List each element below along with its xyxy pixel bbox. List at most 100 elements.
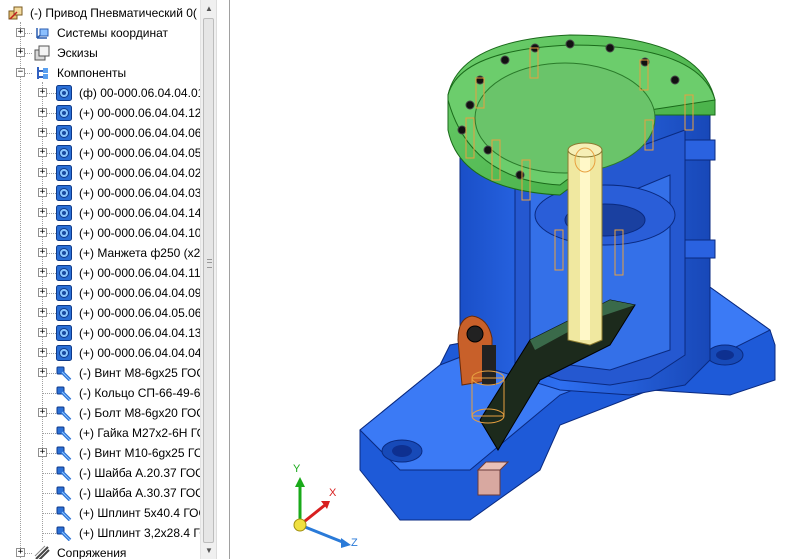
tree-item-component[interactable]: + (+) 00-000.06.04.04.02 ⁻ bbox=[0, 163, 200, 183]
tree-item-component[interactable]: + (+) 00-000.06.04.05.06 | bbox=[0, 303, 200, 323]
tree-item-component[interactable]: + (+) 00-000.06.04.04.13 ( bbox=[0, 323, 200, 343]
panel-splitter[interactable] bbox=[216, 0, 230, 559]
tree-item-label: (+) 00-000.06.04.04.05 | bbox=[79, 146, 200, 160]
expand-toggle[interactable]: + bbox=[16, 28, 25, 37]
fastener-icon bbox=[56, 525, 72, 542]
part-icon bbox=[56, 305, 72, 321]
fastener-icon bbox=[56, 465, 72, 482]
collapse-toggle[interactable]: − bbox=[16, 68, 25, 77]
expand-toggle[interactable]: + bbox=[16, 548, 25, 557]
part-icon bbox=[56, 205, 72, 221]
tree-item-label: (-) Винт М8-6gx25 ГОС bbox=[79, 366, 200, 380]
tree-item-label: (-) Винт М10-6gx25 ГС bbox=[79, 446, 200, 460]
part-icon bbox=[56, 265, 72, 281]
expand-toggle[interactable]: + bbox=[38, 248, 47, 257]
tree-item-fastener[interactable]: (+) Шплинт 5x40.4 ГОСТ bbox=[0, 503, 200, 523]
fastener-icon bbox=[56, 445, 72, 462]
part-icon bbox=[56, 125, 72, 141]
assembly-icon bbox=[8, 5, 24, 21]
tree-item-coordinate-systems[interactable]: + Системы координат bbox=[0, 23, 200, 43]
tree-item-component[interactable]: + (+) 00-000.06.04.04.12 | bbox=[0, 103, 200, 123]
scroll-thumb[interactable] bbox=[203, 18, 214, 543]
tree-item-fastener[interactable]: (-) Шайба А.20.37 ГОС bbox=[0, 463, 200, 483]
expand-toggle[interactable]: + bbox=[16, 48, 25, 57]
tree-item-component[interactable]: + (ф) 00-000.06.04.04.01 bbox=[0, 83, 200, 103]
fastener-icon bbox=[56, 505, 72, 522]
fastener-icon bbox=[56, 405, 72, 422]
fastener-icon bbox=[56, 385, 72, 402]
tree-item-label: (+) 00-000.06.04.04.02 ⁻ bbox=[79, 166, 200, 180]
part-icon bbox=[56, 325, 72, 341]
tree-item-fastener[interactable]: (-) Шайба А.30.37 ГОС bbox=[0, 483, 200, 503]
tree-item-fastener[interactable]: (+) Гайка М27x2-6Н ГО bbox=[0, 423, 200, 443]
tree-item-label: Системы координат bbox=[57, 26, 168, 40]
tree-item-component[interactable]: + (+) 00-000.06.04.04.04 | bbox=[0, 343, 200, 363]
expand-toggle[interactable]: + bbox=[38, 108, 47, 117]
tree-scrollbar[interactable]: ▲ ▼ bbox=[200, 0, 216, 559]
expand-toggle[interactable]: + bbox=[38, 448, 47, 457]
tree-item-label: (-) Шайба А.20.37 ГОС bbox=[79, 466, 200, 480]
tree-item-component[interactable]: + (+) Манжета ф250 (x2) bbox=[0, 243, 200, 263]
tree-item-label: (ф) 00-000.06.04.04.01 bbox=[79, 86, 200, 100]
tree-item-label: (+) Гайка М27x2-6Н ГО bbox=[79, 426, 200, 440]
mates-icon bbox=[34, 545, 50, 559]
sketches-icon bbox=[34, 45, 50, 61]
components-icon bbox=[34, 65, 50, 81]
tree-item-fastener[interactable]: + (-) Болт М8-6gx20 ГОС bbox=[0, 403, 200, 423]
expand-toggle[interactable]: + bbox=[38, 288, 47, 297]
part-icon bbox=[56, 165, 72, 181]
tree-item-fastener[interactable]: (-) Кольцо СП-66-49-6 bbox=[0, 383, 200, 403]
scroll-down-button[interactable]: ▼ bbox=[202, 543, 216, 558]
expand-toggle[interactable]: + bbox=[38, 408, 47, 417]
tree-item-label: (+) 00-000.06.04.04.03 | bbox=[79, 186, 200, 200]
expand-toggle[interactable]: + bbox=[38, 308, 47, 317]
expand-toggle[interactable]: + bbox=[38, 228, 47, 237]
part-icon bbox=[56, 345, 72, 361]
expand-toggle[interactable]: + bbox=[38, 328, 47, 337]
part-icon bbox=[56, 245, 72, 261]
tree-item-component[interactable]: + (+) 00-000.06.04.04.11 , bbox=[0, 263, 200, 283]
tree-root[interactable]: (-) Привод Пневматический 0( bbox=[0, 3, 200, 23]
z-axis-label: Z bbox=[351, 537, 358, 549]
part-icon bbox=[56, 185, 72, 201]
expand-toggle[interactable]: + bbox=[38, 168, 47, 177]
tree-item-component[interactable]: + (+) 00-000.06.04.04.03 | bbox=[0, 183, 200, 203]
fastener-icon bbox=[56, 365, 72, 382]
tree-root-label: (-) Привод Пневматический 0( bbox=[30, 6, 197, 20]
tree-item-component[interactable]: + (+) 00-000.06.04.04.10 | bbox=[0, 223, 200, 243]
part-icon bbox=[56, 225, 72, 241]
tree-item-label: (+) 00-000.06.04.04.09 | bbox=[79, 286, 200, 300]
expand-toggle[interactable]: + bbox=[38, 268, 47, 277]
tree-item-component[interactable]: + (+) 00-000.06.04.04.14 ( bbox=[0, 203, 200, 223]
expand-toggle[interactable]: + bbox=[38, 348, 47, 357]
tree-item-fastener[interactable]: (+) Шплинт 3,2x28.4 ГО bbox=[0, 523, 200, 543]
x-axis-label: X bbox=[329, 487, 337, 499]
tree-item-components[interactable]: − Компоненты bbox=[0, 63, 200, 83]
y-axis-label: Y bbox=[293, 463, 301, 475]
tree-item-component[interactable]: + (+) 00-000.06.04.04.06 | bbox=[0, 123, 200, 143]
expand-toggle[interactable]: + bbox=[38, 208, 47, 217]
tree-item-label: (+) 00-000.06.04.04.11 , bbox=[79, 266, 200, 280]
expand-toggle[interactable]: + bbox=[38, 148, 47, 157]
tree-item-label: (+) 00-000.06.04.04.06 | bbox=[79, 126, 200, 140]
expand-toggle[interactable]: + bbox=[38, 368, 47, 377]
tree-item-label: Эскизы bbox=[57, 46, 98, 60]
tree-item-component[interactable]: + (+) 00-000.06.04.04.05 | bbox=[0, 143, 200, 163]
tree-item-component[interactable]: + (+) 00-000.06.04.04.09 | bbox=[0, 283, 200, 303]
model-viewport[interactable]: Y X Z bbox=[230, 0, 788, 559]
axis-triad: Y X Z bbox=[285, 463, 375, 550]
tree-item-label: (+) 00-000.06.04.04.13 ( bbox=[79, 326, 200, 340]
tree-item-label: (+) Шплинт 3,2x28.4 ГО bbox=[79, 526, 200, 540]
expand-toggle[interactable]: + bbox=[38, 88, 47, 97]
expand-toggle[interactable]: + bbox=[38, 188, 47, 197]
tree-item-label: Компоненты bbox=[57, 66, 127, 80]
tree-item-fastener[interactable]: + (-) Винт М10-6gx25 ГС bbox=[0, 443, 200, 463]
coordinate-systems-icon bbox=[34, 25, 50, 41]
tree-item-mates[interactable]: + Сопряжения bbox=[0, 543, 200, 559]
tree-item-label: (+) 00-000.06.04.04.04 | bbox=[79, 346, 200, 360]
expand-toggle[interactable]: + bbox=[38, 128, 47, 137]
fastener-icon bbox=[56, 485, 72, 502]
tree-item-fastener[interactable]: + (-) Винт М8-6gx25 ГОС bbox=[0, 363, 200, 383]
tree-item-sketches[interactable]: + Эскизы bbox=[0, 43, 200, 63]
scroll-up-button[interactable]: ▲ bbox=[202, 1, 216, 16]
